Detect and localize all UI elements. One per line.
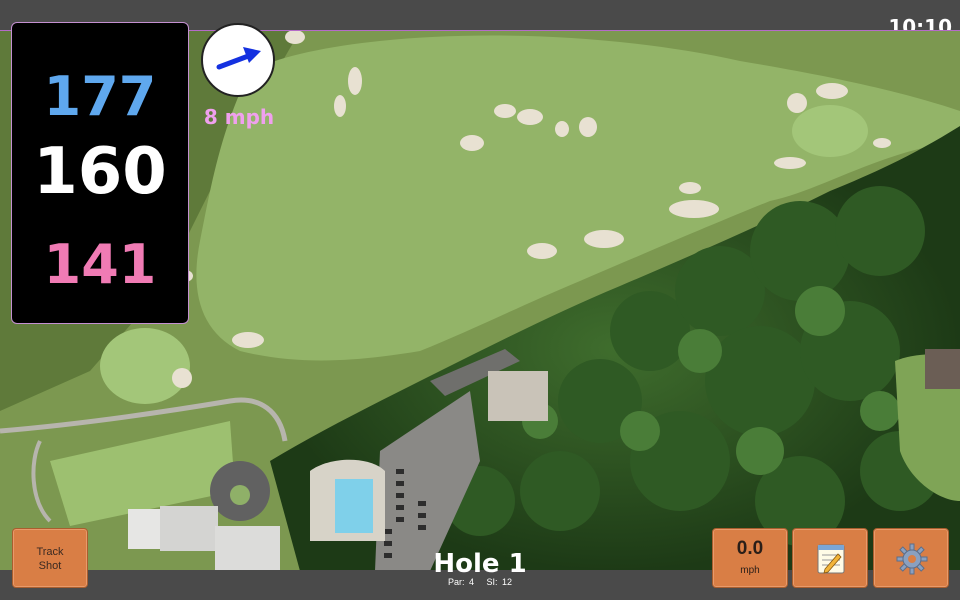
hole-par: Par: 4 — [447, 577, 474, 587]
settings-button[interactable] — [873, 528, 949, 588]
wind-arrow-icon — [216, 47, 261, 70]
building-a — [128, 509, 163, 549]
yardage-front: 141 — [43, 233, 157, 296]
track-shot-label-line2: Shot — [38, 560, 62, 572]
clubhouse — [488, 371, 548, 421]
gear-icon — [896, 543, 928, 575]
yardage-panel: 177 160 141 — [11, 22, 189, 324]
track-shot-button[interactable]: Track Shot — [12, 528, 88, 588]
putting-green-upper — [792, 105, 868, 157]
notes-button[interactable] — [792, 528, 868, 588]
swimming-pool — [335, 479, 373, 533]
yardage-back: 177 — [43, 65, 157, 128]
notepad-icon — [817, 544, 845, 574]
track-shot-label-line1: Track — [36, 546, 64, 558]
shot-speed-button[interactable]: 0.0 mph — [712, 528, 788, 588]
hole-stroke-index: SI: 12 — [486, 577, 513, 587]
house-right — [925, 349, 960, 389]
hole-title: Hole 1 — [433, 549, 527, 579]
roundabout-center — [230, 485, 250, 505]
wind-speed: 8 mph — [203, 105, 275, 129]
wind-indicator — [201, 23, 275, 97]
shot-speed-unit: mph — [740, 565, 760, 576]
yardage-middle: 160 — [33, 135, 167, 209]
building-c — [215, 526, 280, 570]
hole-info: Par: 4 SI: 12 — [380, 577, 580, 587]
shot-speed-value: 0.0 — [736, 538, 764, 559]
building-b — [160, 506, 218, 551]
putting-green-lower — [100, 328, 190, 404]
